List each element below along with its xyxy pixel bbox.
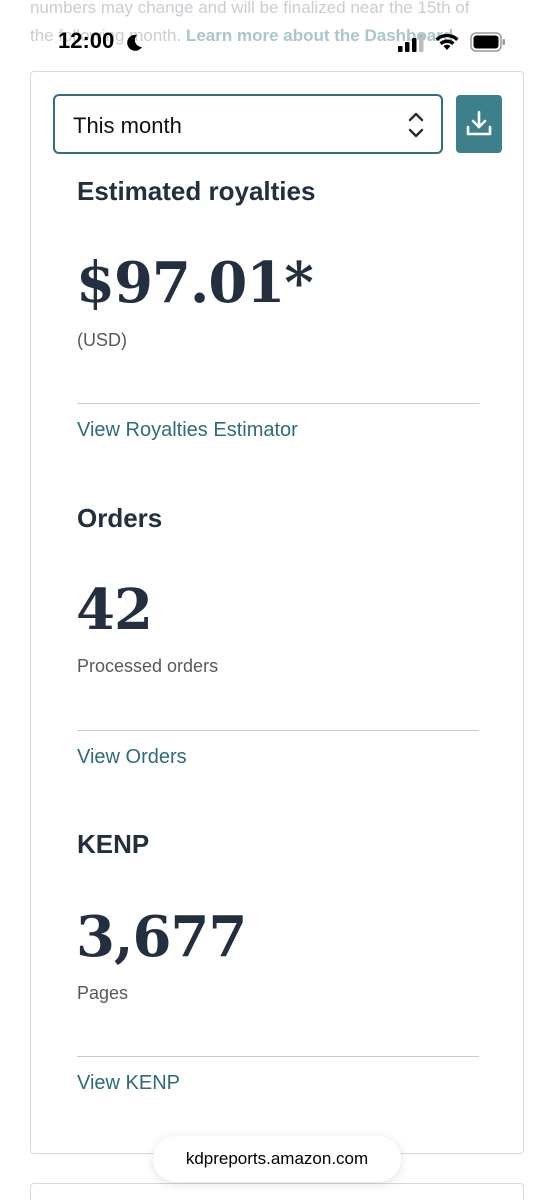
royalties-value: $97.01* <box>76 250 314 316</box>
orders-title: Orders <box>77 503 163 533</box>
royalties-currency: (USD) <box>77 330 127 350</box>
kenp-label: Pages <box>77 983 129 1003</box>
status-bar: 12:00 <box>0 26 554 60</box>
dashboard-card: This month Estimated royalties $97.01* (… <box>30 71 524 1154</box>
moon-icon <box>127 34 142 51</box>
download-button[interactable] <box>456 95 502 153</box>
kenp-value: 3,677 <box>76 904 247 970</box>
wifi-icon <box>435 33 459 50</box>
signal-icon <box>398 34 424 52</box>
background-text-line1: numbers may change and will be finalized… <box>30 0 470 17</box>
period-select[interactable]: This month <box>53 94 443 154</box>
royalties-title: Estimated royalties <box>77 176 316 206</box>
battery-icon <box>470 32 505 52</box>
view-royalties-estimator-link[interactable]: View Royalties Estimator <box>77 419 298 442</box>
period-select-value: This month <box>73 113 182 138</box>
status-time: 12:00 <box>58 28 115 53</box>
view-orders-link[interactable]: View Orders <box>77 746 187 769</box>
royalties-divider <box>77 403 479 404</box>
up-down-chevron-icon <box>408 112 424 138</box>
kenp-divider <box>77 1056 479 1057</box>
download-icon <box>466 110 492 136</box>
kenp-title: KENP <box>77 829 150 859</box>
next-card <box>30 1183 524 1200</box>
view-kenp-link[interactable]: View KENP <box>77 1072 180 1095</box>
page: numbers may change and will be finalized… <box>0 0 554 1200</box>
browser-url-bar[interactable]: kdpreports.amazon.com <box>153 1136 401 1182</box>
controls-row: This month <box>53 94 503 154</box>
orders-divider <box>77 730 479 731</box>
orders-value: 42 <box>76 577 153 643</box>
orders-label: Processed orders <box>77 656 219 676</box>
